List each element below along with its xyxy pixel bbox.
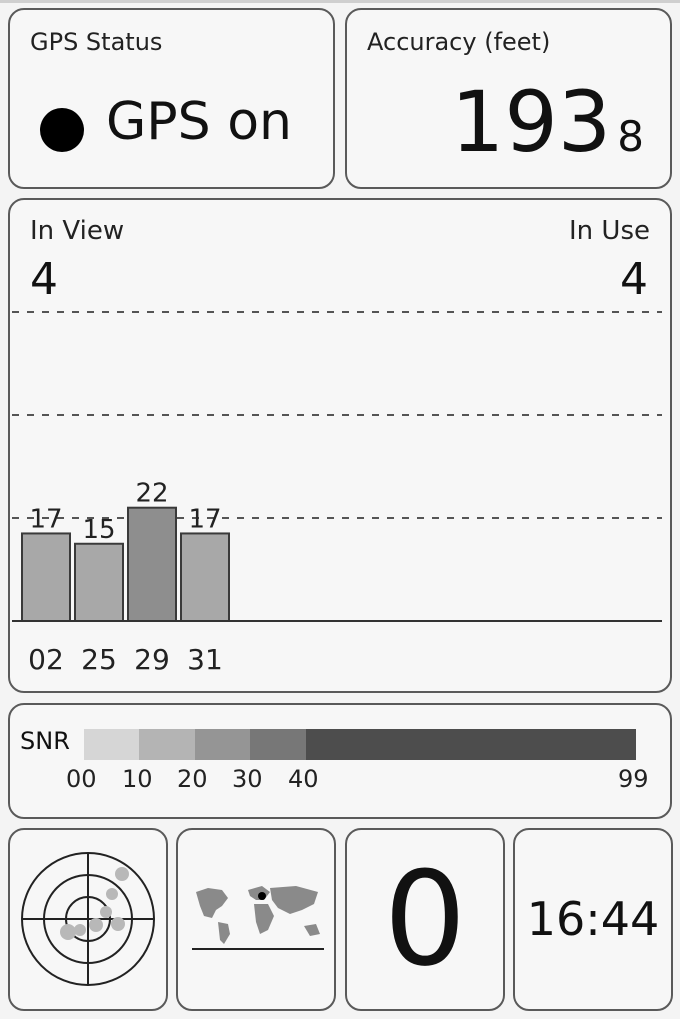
gps-status-value: GPS on	[106, 92, 292, 152]
time-readout: 16:44	[526, 892, 660, 946]
accuracy-decimal: 8	[617, 112, 644, 161]
snr-segment	[250, 729, 306, 760]
snr-legend-panel: SNR 00 10 20 30 40 99	[8, 703, 672, 819]
status-dot-icon	[40, 108, 84, 152]
bar-value-label: 22	[135, 479, 168, 509]
snr-tick-label: 00	[66, 765, 97, 793]
accuracy-panel[interactable]: Accuracy (feet) 193 8	[345, 8, 672, 189]
gps-status-panel[interactable]: GPS Status GPS on	[8, 8, 335, 189]
satellite-id-label: 25	[81, 643, 117, 676]
bar-value-label: 17	[188, 504, 221, 534]
accuracy-readout: 193 8	[451, 80, 644, 164]
snr-tick-label: 99	[618, 765, 649, 793]
satellite-id-label: 02	[28, 643, 64, 676]
world-map-button[interactable]	[176, 828, 336, 1011]
snr-tick-label: 30	[232, 765, 263, 793]
snr-segment	[195, 729, 250, 760]
accuracy-value: 193	[450, 73, 612, 171]
sky-radar-icon	[21, 852, 155, 986]
snr-tick-label: 20	[177, 765, 208, 793]
sky-radar-button[interactable]	[8, 828, 168, 1011]
signal-bar	[180, 532, 230, 623]
signal-bar	[21, 532, 71, 623]
satellites-in-fix-tile[interactable]: 0	[345, 828, 505, 1011]
world-map-icon	[192, 886, 324, 950]
snr-tick-label: 10	[122, 765, 153, 793]
bar-value-label: 15	[82, 515, 115, 545]
snr-tick-label: 40	[288, 765, 319, 793]
signal-bar-chart: 17 02 15 25 22 29 17 31	[12, 311, 662, 676]
satellites-panel[interactable]: In View 4 In Use 4 17 02 15 25 22 29 17 31	[8, 198, 672, 693]
snr-segment	[139, 729, 195, 760]
bar-value-label: 17	[29, 504, 62, 534]
snr-label: SNR	[20, 727, 70, 755]
satellite-id-label: 29	[134, 643, 170, 676]
snr-segment	[84, 729, 139, 760]
clock-tile[interactable]: 16:44	[513, 828, 673, 1011]
signal-bar	[127, 506, 177, 623]
snr-segment	[306, 729, 636, 760]
gps-status-title: GPS Status	[30, 28, 163, 56]
satellite-id-label: 31	[187, 643, 223, 676]
top-strip	[0, 0, 680, 3]
fix-count: 0	[383, 843, 467, 995]
accuracy-title: Accuracy (feet)	[367, 28, 551, 56]
signal-bar	[74, 542, 124, 622]
